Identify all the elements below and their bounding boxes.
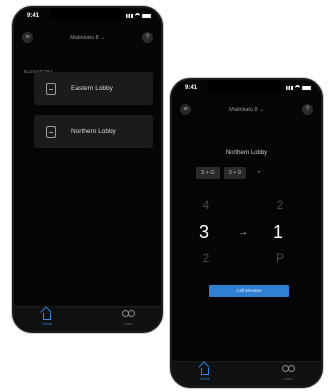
- building-selector[interactable]: Matinkatu 8 ⌄: [172, 107, 321, 113]
- tab-bar: Home Users: [14, 306, 161, 331]
- status-bar: 9:41: [172, 80, 321, 96]
- help-icon[interactable]: ?: [302, 104, 313, 115]
- lobby-card-northern[interactable]: Northern Lobby: [34, 115, 153, 148]
- signal-icon: [126, 14, 133, 18]
- status-icons: [286, 85, 311, 91]
- floor-picker[interactable]: 4 3 2 → 2 1 P: [172, 198, 321, 268]
- wifi-icon: [135, 13, 140, 19]
- lobby-card-eastern[interactable]: Eastern Lobby: [34, 72, 153, 105]
- building-title: Matinkatu 8: [229, 107, 258, 113]
- tab-bar: Home Users: [172, 361, 321, 386]
- tab-home[interactable]: Home: [190, 365, 220, 381]
- phone-call-elevator: 9:41 ≡ Matinkatu 8 ⌄ ? Northern Lobby 3 +…: [170, 78, 323, 388]
- building-selector[interactable]: Matinkatu 8 ⌄: [14, 35, 161, 41]
- home-icon: [201, 368, 209, 375]
- floor-above-target[interactable]: 2: [270, 198, 290, 212]
- floor-current[interactable]: 3: [194, 222, 214, 243]
- signal-icon: [286, 86, 293, 90]
- wifi-icon: [295, 85, 300, 91]
- call-elevator-button[interactable]: Call Elevator: [209, 285, 289, 297]
- chevron-down-icon: ⌄: [100, 35, 105, 41]
- tab-users-label: Users: [123, 322, 133, 326]
- tab-home[interactable]: Home: [32, 310, 62, 326]
- tab-users-label: Users: [283, 377, 293, 381]
- battery-icon: [142, 14, 151, 18]
- help-icon[interactable]: ?: [142, 32, 153, 43]
- floor-above-current[interactable]: 4: [196, 198, 216, 212]
- more-chips[interactable]: •: [258, 170, 260, 176]
- status-time: 9:41: [27, 13, 40, 19]
- app-header: ≡ Matinkatu 8 ⌄ ?: [172, 98, 321, 120]
- shortcut-chips: 3 + G 3 + 9 •: [196, 167, 260, 179]
- status-time: 9:41: [185, 85, 198, 91]
- tab-users[interactable]: Users: [273, 365, 303, 381]
- users-icon: [281, 365, 295, 374]
- shortcut-chip[interactable]: 3 + 9: [223, 167, 246, 179]
- floor-below-current[interactable]: 2: [196, 251, 216, 265]
- users-icon: [121, 310, 135, 319]
- shortcut-chip[interactable]: 3 + G: [196, 167, 220, 179]
- elevator-icon: [46, 125, 56, 138]
- tab-home-label: Home: [200, 377, 210, 381]
- lobby-name: Eastern Lobby: [71, 85, 113, 92]
- floor-below-target[interactable]: P: [270, 251, 290, 265]
- tab-users[interactable]: Users: [113, 310, 143, 326]
- chevron-down-icon: ⌄: [259, 107, 264, 113]
- status-icons: [126, 13, 151, 19]
- floor-target[interactable]: 1: [268, 222, 288, 243]
- lobby-name: Northern Lobby: [71, 128, 116, 135]
- elevator-icon: [46, 82, 56, 95]
- status-bar: 9:41: [14, 8, 161, 24]
- phone-lobby-list: 9:41 ≡ Matinkatu 8⌄ ? ELEVATORS Eastern …: [12, 6, 163, 333]
- home-icon: [43, 313, 51, 320]
- tab-home-label: Home: [42, 322, 52, 326]
- building-title: Matinkatu 8: [70, 35, 99, 41]
- arrow-right-icon: →: [238, 227, 248, 238]
- app-header: ≡ Matinkatu 8 ⌄ ?: [14, 26, 161, 48]
- destination-title: Northern Lobby: [225, 150, 268, 156]
- battery-icon: [302, 86, 311, 90]
